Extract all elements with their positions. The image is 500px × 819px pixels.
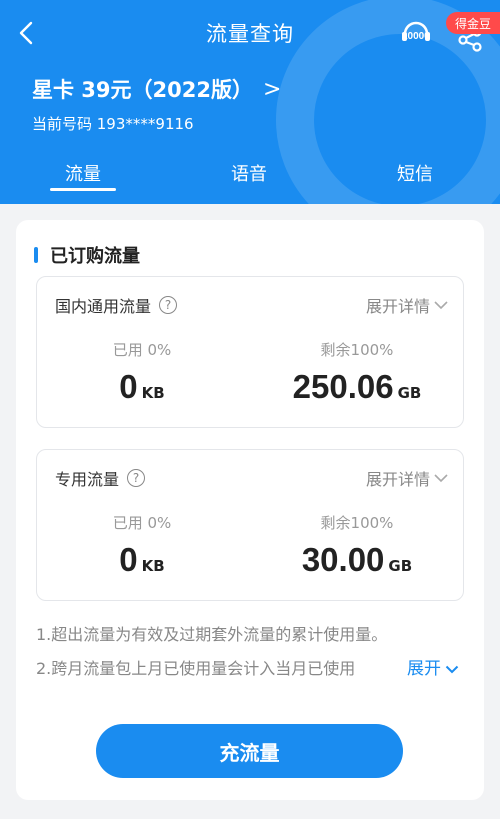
customer-service-button[interactable]: 10000 [399,18,433,50]
remaining-label: 剩余100% [320,341,394,359]
top-bar: 流量查询 10000 得金豆 [0,0,500,66]
remaining-unit: GB [397,384,422,402]
remaining-stat: 剩余100% 30.00 GB [262,512,452,579]
remaining-number: 250.06 [292,368,394,405]
help-icon[interactable]: ? [127,469,146,487]
used-value: 0 KB [77,368,207,406]
section-title: 已订购流量 [50,246,140,267]
plan-name: 星卡 39元（2022版） [32,78,253,102]
tab-sms[interactable]: 短信 [382,160,448,186]
recharge-data-button[interactable]: 充流量 [96,724,403,778]
expand-details-label: 展开详情 [365,470,430,489]
chevron-right-icon: > [262,76,282,102]
used-unit: KB [141,557,165,575]
used-stat: 已用 0% 0 KB [77,339,207,406]
remaining-value: 250.06 GB [262,368,452,406]
section-header: 已订购流量 [34,242,140,268]
header: 流量查询 10000 得金豆 星卡 39元（2022版） > 当前号码 193*… [0,0,500,204]
used-unit: KB [141,384,165,402]
service-number: 10000 [402,31,430,42]
expand-details-label: 展开详情 [365,297,430,316]
remaining-label: 剩余100% [320,514,394,532]
box-label: 国内通用流量 ? [55,293,178,317]
box-label: 专用流量 ? [55,466,146,490]
chevron-down-icon [434,474,448,483]
box-label-text: 专用流量 [55,470,120,489]
used-value: 0 KB [77,541,207,579]
remaining-stat: 剩余100% 250.06 GB [262,339,452,406]
subscribed-data-card: 已订购流量 国内通用流量 ? 展开详情 已用 0% 0 KB 剩余100% 250… [16,220,484,800]
current-phone-number: 当前号码 193****9116 [32,115,194,133]
expand-details-button[interactable]: 展开详情 [366,293,449,317]
expand-notes-button[interactable]: 展开 [405,656,459,682]
general-data-box: 国内通用流量 ? 展开详情 已用 0% 0 KB 剩余100% 250.06 GB [36,276,464,428]
active-tab-indicator [50,188,116,191]
chevron-down-icon [445,665,459,673]
remaining-unit: GB [388,557,413,575]
used-number: 0 [119,368,138,405]
note-line-2-row: 2.跨月流量包上月已使用量会计入当月已使用 展开 [36,656,466,690]
used-stat: 已用 0% 0 KB [77,512,207,579]
note-line-2: 2.跨月流量包上月已使用量会计入当月已使用 [36,659,356,678]
used-number: 0 [119,541,138,578]
gold-bean-badge[interactable]: 得金豆 [446,12,500,34]
remaining-value: 30.00 GB [262,541,452,579]
used-label: 已用 0% [112,341,172,359]
help-icon[interactable]: ? [159,296,178,314]
tab-voice[interactable]: 语音 [216,160,282,186]
used-label: 已用 0% [112,514,172,532]
box-label-text: 国内通用流量 [55,297,152,316]
section-accent-bar [34,247,38,263]
plan-selector[interactable]: 星卡 39元（2022版） > [32,74,281,104]
note-line-1: 1.超出流量为有效及过期套外流量的累计使用量。 [36,625,388,644]
expand-details-button[interactable]: 展开详情 [366,466,449,490]
dedicated-data-box: 专用流量 ? 展开详情 已用 0% 0 KB 剩余100% 30.00 GB [36,449,464,601]
chevron-down-icon [434,301,448,310]
usage-notes: 1.超出流量为有效及过期套外流量的累计使用量。 2.跨月流量包上月已使用量会计入… [36,622,466,690]
remaining-number: 30.00 [301,541,385,578]
expand-notes-label: 展开 [407,659,441,679]
tab-data[interactable]: 流量 [50,160,116,186]
